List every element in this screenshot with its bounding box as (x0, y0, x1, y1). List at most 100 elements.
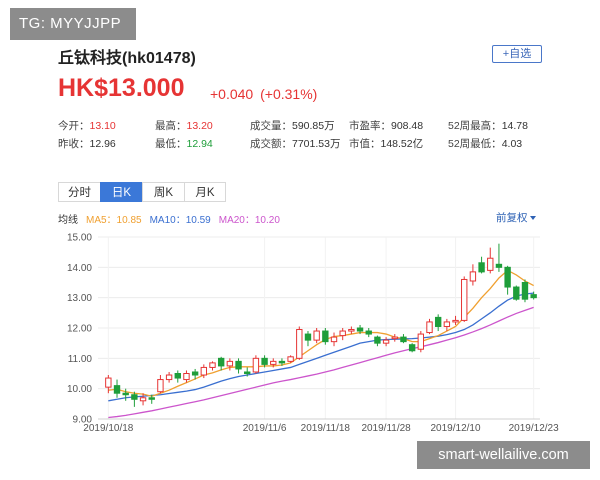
stat-item: 52周最低：4.03 (448, 136, 522, 151)
watermark-bottom-badge: smart-wellailive.com (417, 441, 590, 469)
candle-body (322, 330, 329, 343)
stat-item: 最高：13.20 (155, 118, 213, 133)
stat-label: 最低： (155, 138, 187, 150)
tab-period[interactable]: 日K (100, 182, 142, 202)
stat-label: 52周最高： (448, 120, 502, 132)
stat-item: 昨收：12.96 (58, 136, 116, 151)
candle-body (348, 329, 355, 332)
tab-period[interactable]: 分时 (58, 182, 100, 202)
y-tick-label: 11.00 (68, 354, 93, 365)
candle-body (426, 321, 433, 334)
stat-value: 148.52亿 (380, 138, 424, 150)
candle-body (105, 377, 112, 388)
candle-body (356, 327, 364, 332)
candle-body (504, 266, 511, 288)
stat-item: 今开：13.10 (58, 118, 116, 133)
candle-body (330, 336, 338, 343)
candle-body (244, 371, 251, 375)
candle-body (382, 339, 390, 344)
candle-body (139, 397, 147, 402)
ma-legend: 均线 MA5：10.85 MA10：10.59 MA20：10.20 (58, 211, 280, 226)
candle-body (252, 357, 260, 373)
change-percent: (+0.31%) (260, 86, 318, 102)
candlestick-chart[interactable]: 15.0014.0013.0012.0011.0010.009.002019/1… (0, 225, 600, 440)
y-tick-label: 15.00 (67, 233, 92, 244)
x-tick-label: 2019/10/18 (83, 423, 133, 434)
stat-value: 14.78 (501, 120, 528, 132)
stat-item: 成交量：590.85万 (250, 118, 335, 133)
stat-item: 52周最高：14.78 (448, 118, 528, 133)
price-change: +0.040 (+0.31%) (210, 86, 317, 102)
candle-body (443, 321, 451, 327)
candle-body (374, 336, 381, 344)
y-tick-label: 14.00 (67, 263, 92, 274)
candle-body (513, 286, 520, 300)
price-adjust-label: 前复权 (496, 212, 528, 224)
tab-period[interactable]: 月K (184, 182, 226, 202)
candle-body (296, 329, 303, 359)
stat-value: 7701.53万 (292, 138, 341, 150)
stat-value: 13.20 (186, 120, 213, 132)
stat-item: 市值：148.52亿 (349, 136, 423, 151)
add-to-watchlist-button[interactable]: +自选 (492, 45, 542, 63)
candle-body (174, 373, 181, 379)
candle-body (400, 336, 407, 343)
candle-body (209, 362, 216, 368)
stat-value: 13.10 (89, 120, 116, 132)
x-tick-label: 2019/12/10 (431, 423, 481, 434)
candle-body (408, 344, 416, 352)
candle-body (304, 333, 312, 341)
candle-body (417, 333, 425, 350)
candle-body (469, 271, 477, 282)
stat-label: 最高： (155, 120, 187, 132)
y-tick-label: 13.00 (67, 293, 92, 304)
ma20-label: MA20：10.20 (218, 215, 280, 226)
candle-body (478, 262, 485, 273)
caret-down-icon (529, 216, 536, 221)
candle-body (261, 357, 268, 365)
candle-body (530, 294, 537, 299)
candle-body (365, 330, 372, 335)
candle-body (226, 360, 234, 367)
stat-item: 市盈率：908.48 (349, 118, 423, 133)
watermark-top-badge: TG: MYYJJPP (10, 8, 136, 40)
candle-body (278, 360, 286, 364)
ma5-label: MA5：10.85 (86, 215, 142, 226)
candle-body (521, 282, 529, 300)
change-value: +0.040 (210, 86, 254, 102)
stat-item: 最低：12.94 (155, 136, 213, 151)
candle-body (313, 330, 320, 341)
candle-body (217, 357, 225, 367)
y-tick-label: 10.00 (67, 384, 92, 395)
ma10-label: MA10：10.59 (149, 215, 211, 226)
stat-value: 908.48 (391, 120, 424, 132)
stat-value: 590.85万 (292, 120, 335, 132)
stat-label: 成交额： (250, 138, 292, 150)
period-tabs: 分时 日K 周K 月K (58, 182, 226, 202)
stock-name: 丘钛科技(hk01478) (58, 50, 196, 67)
ma10-line (108, 292, 534, 402)
ma-avg-label: 均线 (58, 215, 78, 226)
candle-body (339, 330, 346, 337)
stock-price: HK$13.000 (58, 74, 185, 102)
stat-value: 12.96 (89, 138, 116, 150)
stat-label: 今开： (58, 120, 90, 132)
candle-body (122, 392, 129, 396)
y-tick-label: 12.00 (67, 324, 92, 335)
tab-period[interactable]: 周K (142, 182, 184, 202)
stat-value: 4.03 (501, 138, 523, 150)
x-tick-label: 2019/12/23 (509, 423, 559, 434)
stat-value: 12.94 (186, 138, 213, 150)
candle-body (183, 373, 190, 381)
candle-body (200, 366, 208, 376)
candle-body (191, 371, 199, 376)
price-adjust-dropdown[interactable]: 前复权 (496, 210, 536, 225)
x-tick-label: 2019/11/6 (243, 423, 287, 434)
candle-body (391, 336, 398, 340)
candle-body (131, 394, 138, 400)
candle-body (157, 379, 164, 393)
x-tick-label: 2019/11/28 (361, 423, 411, 434)
candle-body (452, 319, 459, 323)
stat-label: 市盈率： (349, 120, 391, 132)
candle-body (148, 397, 155, 400)
